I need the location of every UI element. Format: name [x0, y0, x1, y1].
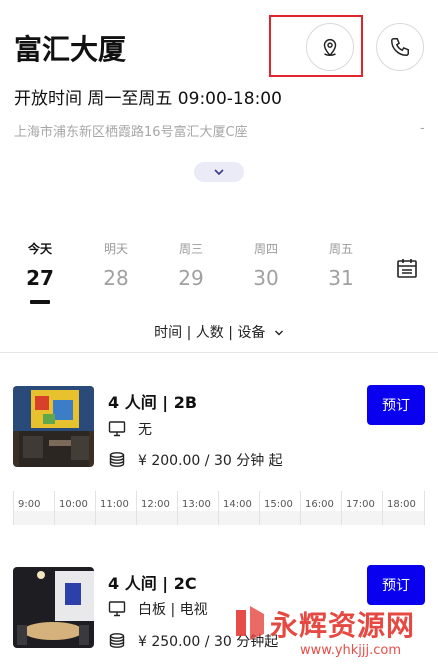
- day-weekday: 明天: [103, 242, 128, 256]
- filter-label: 时间 | 人数 | 设备: [154, 325, 266, 341]
- day-date: 31: [328, 266, 354, 290]
- day-weekday: 周四: [253, 242, 278, 256]
- day-weekday: 周三: [178, 242, 203, 256]
- timeline-slot[interactable]: [382, 491, 383, 525]
- timeline-slot[interactable]: [95, 491, 96, 525]
- day-date: 29: [178, 266, 204, 290]
- equipment-text: 无: [138, 422, 152, 438]
- room-name: 4 人间 | 2B: [108, 393, 198, 412]
- day-tab-today[interactable]: 今天 27: [14, 240, 66, 304]
- timeline-slot[interactable]: [54, 491, 55, 525]
- room-photo[interactable]: [13, 567, 94, 648]
- room-name: 4 人间 | 2C: [108, 574, 197, 593]
- watermark-url: www.yhkjjj.com: [300, 643, 402, 658]
- day-weekday: 周五: [328, 242, 353, 256]
- chevron-down-icon: [274, 330, 283, 336]
- timeline-slot[interactable]: [13, 491, 14, 525]
- timeline-slot[interactable]: [300, 491, 301, 525]
- book-button[interactable]: 预订: [367, 385, 425, 425]
- timeline-slot[interactable]: [341, 491, 342, 525]
- timeline-label: 16:00: [305, 499, 334, 510]
- building-title: 富汇大厦: [14, 33, 127, 66]
- coin-stack-icon: [109, 633, 125, 648]
- expand-button[interactable]: [194, 162, 244, 182]
- availability-timeline[interactable]: 9:00 10:00 11:00 12:00 13:00 14:00 15:00…: [13, 491, 425, 525]
- calendar-icon: [397, 259, 417, 278]
- day-tab-thu[interactable]: 周四 30: [240, 240, 292, 290]
- timeline-label: 13:00: [182, 499, 211, 510]
- day-weekday: 今天: [27, 242, 52, 256]
- calendar-button[interactable]: [396, 257, 418, 283]
- timeline-label: 10:00: [59, 499, 88, 510]
- day-date: 27: [26, 266, 54, 290]
- timeline-label: 9:00: [18, 499, 41, 510]
- highlight-box: [269, 15, 363, 77]
- timeline-label: 18:00: [387, 499, 416, 510]
- active-day-indicator: [30, 300, 50, 304]
- room-price: ¥ 200.00 / 30 分钟 起: [108, 450, 283, 470]
- phone-button[interactable]: [376, 23, 424, 71]
- timeline-label: 11:00: [100, 499, 129, 510]
- timeline-label: 14:00: [223, 499, 252, 510]
- price-text: ¥ 200.00 / 30 分钟 起: [138, 453, 283, 469]
- room-equipment: 白板 | 电视: [108, 599, 208, 619]
- book-button[interactable]: 预订: [367, 565, 425, 605]
- timeline-label: 12:00: [141, 499, 170, 510]
- coin-stack-icon: [109, 452, 125, 467]
- day-date: 28: [103, 266, 129, 290]
- day-tab-fri[interactable]: 周五 31: [315, 240, 367, 290]
- timeline-track: [13, 511, 425, 525]
- timeline-slot[interactable]: [218, 491, 219, 525]
- day-date: 30: [253, 266, 279, 290]
- equipment-text: 白板 | 电视: [138, 602, 208, 618]
- divider: [0, 352, 438, 353]
- timeline-label: 15:00: [264, 499, 293, 510]
- timeline-end: [424, 491, 425, 525]
- watermark-text: 永辉资源网: [270, 609, 416, 642]
- timeline-slot[interactable]: [177, 491, 178, 525]
- chevron-down-icon: [214, 169, 224, 176]
- day-tab-tomorrow[interactable]: 明天 28: [90, 240, 142, 290]
- address-trail: -: [420, 121, 425, 136]
- address: 上海市浦东新区栖霞路16号富汇大厦C座: [14, 125, 248, 140]
- room-photo[interactable]: [13, 386, 94, 467]
- timeline-slot[interactable]: [136, 491, 137, 525]
- opening-hours: 开放时间 周一至周五 09:00-18:00: [14, 89, 282, 109]
- timeline-label: 17:00: [346, 499, 375, 510]
- day-tab-wed[interactable]: 周三 29: [165, 240, 217, 290]
- monitor-icon: [108, 601, 126, 617]
- room-equipment: 无: [108, 419, 152, 439]
- monitor-icon: [108, 421, 126, 437]
- timeline-slot[interactable]: [259, 491, 260, 525]
- filter-bar[interactable]: 时间 | 人数 | 设备: [0, 322, 438, 342]
- watermark-logo: [236, 606, 264, 640]
- phone-icon: [391, 38, 409, 56]
